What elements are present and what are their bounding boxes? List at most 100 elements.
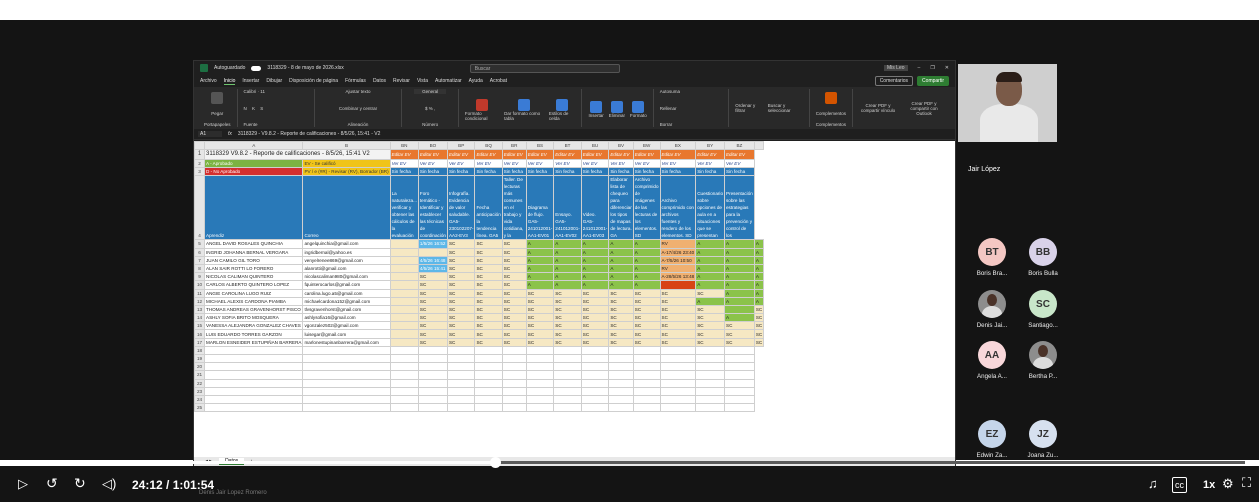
grade-cell[interactable] [389,280,419,290]
grade-cell[interactable]: SC [417,272,448,282]
no-date-cell[interactable]: Sin fecha [389,167,419,177]
grade-cell[interactable]: SC [580,304,610,315]
edit-ev-link[interactable]: Editar EV [695,149,725,160]
grade-cell[interactable]: SC [474,337,503,347]
grade-cell[interactable] [389,272,419,282]
no-date-cell[interactable]: Sin fecha [525,167,555,177]
student-name[interactable]: VANESSA ALEJANDRA GONZALEZ CHAVES [203,321,304,331]
grade-cell[interactable]: SC [446,304,476,315]
row-number[interactable]: 3 [194,167,205,177]
row-number[interactable]: 23 [194,386,205,396]
empty-cell[interactable] [501,394,527,405]
grade-cell[interactable]: A [724,263,755,274]
grade-cell[interactable]: RV [659,263,697,274]
empty-cell[interactable] [695,403,725,413]
captions-icon[interactable]: cc [1172,477,1187,493]
empty-cell[interactable] [389,378,419,388]
empty-cell[interactable] [553,378,582,388]
empty-cell[interactable] [302,345,391,356]
column-header[interactable]: BN [389,141,419,150]
edit-ev-link[interactable]: Editar EV [474,149,503,160]
grade-cell[interactable]: A [580,272,610,282]
legend-graded[interactable]: EV - Se calificó [302,158,391,169]
grade-cell[interactable]: SC [580,288,610,298]
grade-cell[interactable] [389,304,419,315]
grade-cell[interactable]: SC [632,337,661,347]
legend-not-approved[interactable]: D - No Aprobado [203,167,304,177]
transcript-icon[interactable]: ♫ [1148,477,1158,491]
activity-header[interactable]: Ensayo. GA5-241012001-AA1-EV02 [553,175,582,241]
empty-cell[interactable] [580,394,610,405]
empty-cell[interactable] [659,394,697,405]
grade-cell[interactable]: A [753,255,765,265]
video-frame[interactable]: Autoguardado 3118329 - 8 de mayo de 2026… [0,20,1259,480]
empty-cell[interactable] [695,394,725,405]
edit-ev-link[interactable]: Editar EV [389,149,419,160]
row-number[interactable]: 8 [194,263,205,274]
rewind-10-icon[interactable]: ↺ [46,476,58,490]
grade-cell[interactable]: A [553,255,582,265]
no-date-cell[interactable]: Sin fecha [608,167,634,177]
paste-icon[interactable] [211,92,224,104]
empty-cell[interactable] [724,370,755,380]
grade-cell[interactable]: A [724,247,755,257]
empty-cell[interactable] [632,370,661,380]
grade-cell[interactable]: A [695,239,725,249]
student-email[interactable]: tlvsgravenhorst@gmail.com [302,304,391,315]
grade-cell[interactable]: A [525,247,555,257]
grade-cell[interactable]: A [724,288,755,298]
row-number[interactable]: 5 [194,239,205,249]
activity-header[interactable]: Elaborar lista de chequeo para diferenci… [608,175,634,241]
addins-label[interactable]: Complementos [816,111,846,116]
student-email[interactable]: marlonestupinanbarrera@gmail.com [302,337,391,347]
empty-cell[interactable] [553,386,582,396]
activity-header[interactable]: Archivo comprimido de imágenes de las le… [632,175,661,241]
column-header[interactable]: BU [580,141,610,150]
empty-cell[interactable] [632,345,661,356]
grade-cell[interactable]: A [724,239,755,249]
empty-cell[interactable] [446,403,476,413]
empty-cell[interactable] [446,362,476,372]
forward-10-icon[interactable]: ↻ [74,476,86,490]
empty-cell[interactable] [525,394,555,405]
grade-cell[interactable]: SC [553,313,582,323]
grade-cell[interactable] [659,280,697,290]
grade-cell[interactable] [389,239,419,249]
grade-cell[interactable]: SC [446,255,476,265]
insert-cells-button[interactable]: Insertar [588,98,604,118]
merge-center-button[interactable]: Combinar y centrar [339,106,377,111]
activity-header[interactable]: La naturaleza... verificar y obtener las… [389,175,419,241]
column-header[interactable]: BP [446,141,476,150]
grade-cell[interactable]: SC [659,304,697,315]
play-icon[interactable]: ▷ [18,477,28,491]
empty-cell[interactable] [695,362,725,372]
grade-cell[interactable]: SC [632,313,661,323]
empty-cell[interactable] [580,345,610,356]
empty-cell[interactable] [446,386,476,396]
grade-cell[interactable]: A [525,280,555,290]
empty-cell[interactable] [417,394,448,405]
view-ev-link[interactable]: Ver EV [417,158,448,169]
empty-cell[interactable] [659,403,697,413]
grade-cell[interactable]: A [525,263,555,274]
format-cells-button[interactable]: Formato [630,98,647,118]
grade-cell[interactable]: SC [417,304,448,315]
empty-cell[interactable] [525,386,555,396]
grade-cell[interactable]: SC [724,329,755,339]
empty-cell[interactable] [302,370,391,380]
cell-styles-button[interactable]: Estilos de celda [549,96,576,121]
empty-cell[interactable] [553,370,582,380]
empty-cell[interactable] [203,345,304,356]
speed-button[interactable]: 1x [1203,478,1215,492]
row-number[interactable]: 4 [194,175,205,241]
row-number[interactable]: 2 [194,158,205,169]
view-ev-link[interactable]: Ver EV [724,158,755,169]
empty-cell[interactable] [608,386,634,396]
participant-tile[interactable]: SC Santiago... [1013,290,1073,329]
grade-cell[interactable]: SC [501,280,527,290]
grade-cell[interactable]: SC [724,337,755,347]
grade-cell[interactable]: A [553,247,582,257]
activity-header[interactable]: Video. GA5-241012001-AA1-EV03 [580,175,610,241]
grade-cell[interactable]: SC [417,280,448,290]
view-ev-link[interactable]: Ver EV [659,158,697,169]
